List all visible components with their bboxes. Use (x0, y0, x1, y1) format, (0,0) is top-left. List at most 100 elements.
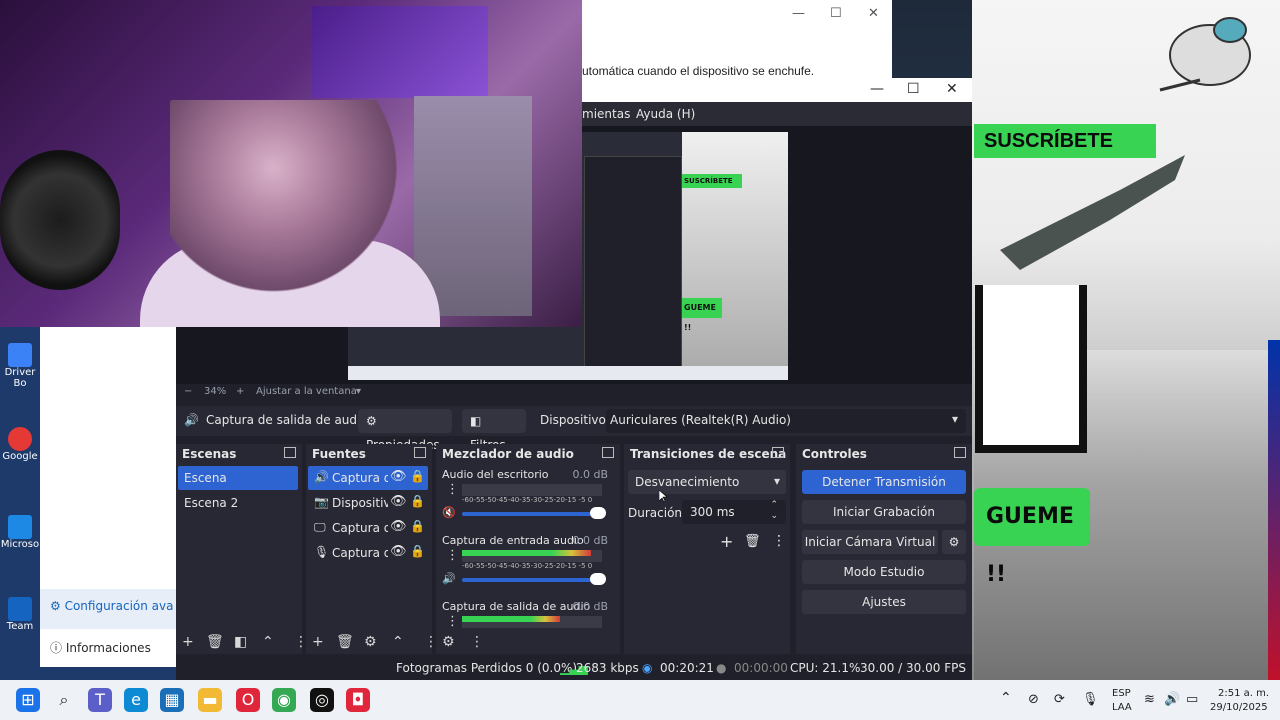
lock-icon[interactable]: 🔒 (410, 544, 425, 558)
lock-icon[interactable]: 🔒 (410, 494, 425, 508)
undock-icon[interactable] (772, 447, 784, 458)
volume-slider[interactable] (462, 578, 592, 582)
more-icon[interactable]: ⋮ (772, 533, 786, 549)
selected-source-name: Captura de salida de audio (206, 413, 368, 427)
folder-icon[interactable]: ▬ (198, 688, 222, 712)
minimize-button[interactable]: — (870, 81, 884, 97)
chevron-down-icon: ▾ (951, 412, 958, 426)
desktop-icon[interactable]: Team (0, 597, 40, 632)
recorder-icon[interactable]: ◘ (346, 688, 370, 712)
gear-icon[interactable]: ⚙ (942, 530, 966, 554)
desktop-icon[interactable]: Microso (0, 515, 40, 550)
trash-icon[interactable]: 🗑 (336, 634, 354, 650)
clock-time[interactable]: 2:51 a. m. (1218, 688, 1269, 699)
chevron-down-icon[interactable]: ⌄ (770, 511, 778, 521)
speaker-icon[interactable]: 🔊 (442, 572, 456, 585)
source-item[interactable]: 🎙 Captura d 👁 🔒 (308, 541, 428, 565)
add-icon[interactable]: + (312, 634, 324, 650)
visibility-icon[interactable]: 👁 (390, 469, 407, 484)
lock-icon[interactable]: 🔒 (410, 469, 425, 483)
more-icon[interactable]: ⋮ (446, 548, 459, 563)
close-button[interactable]: ✕ (868, 6, 879, 21)
stop-streaming-button[interactable]: Detener Transmisión (802, 470, 966, 494)
undock-icon[interactable] (602, 447, 614, 458)
volume-slider[interactable] (462, 512, 592, 516)
scene-item[interactable]: Escena (178, 466, 298, 490)
close-button[interactable]: ✕ (946, 81, 958, 97)
filters-button[interactable]: ◧ Filtros (462, 409, 526, 452)
source-item[interactable]: 🔊 Captura d 👁 🔒 (308, 466, 428, 490)
store-icon[interactable]: ▦ (160, 688, 184, 712)
menu-help[interactable]: Ayuda (H) (636, 107, 695, 121)
microphone-icon[interactable]: 🎙 (1082, 692, 1099, 707)
clock-date[interactable]: 29/10/2025 (1210, 702, 1268, 713)
undock-icon[interactable] (284, 447, 296, 458)
language-code[interactable]: ESP (1112, 688, 1131, 699)
search-icon[interactable]: ⌕ (52, 688, 76, 712)
network-off-icon[interactable]: ⊘ (1028, 692, 1039, 707)
trash-icon[interactable]: 🗑 (744, 534, 761, 549)
undock-icon[interactable] (414, 447, 426, 458)
source-item[interactable]: 🖵 Captura d 👁 🔒 (308, 516, 428, 540)
lock-icon[interactable]: 🔒 (410, 519, 425, 533)
start-recording-button[interactable]: Iniciar Grabación (802, 500, 966, 524)
sync-icon[interactable]: ⟳ (1054, 692, 1065, 707)
volume-icon[interactable]: 🔊 (1164, 692, 1180, 707)
more-icon[interactable]: ⋮ (470, 634, 484, 650)
minimize-button[interactable]: — (792, 6, 805, 21)
chevron-up-icon[interactable]: ⌃ (1000, 690, 1012, 706)
desktop-icon[interactable]: Driver Bo (0, 343, 40, 389)
start-virtual-camera-button[interactable]: Iniciar Cámara Virtual (802, 530, 938, 554)
chevron-down-icon[interactable]: ▾ (356, 386, 361, 397)
obs-icon[interactable]: ◎ (310, 688, 334, 712)
visibility-icon[interactable]: 👁 (390, 544, 407, 559)
start-icon[interactable]: ⊞ (16, 688, 40, 712)
add-icon[interactable]: + (720, 532, 733, 551)
filter-icon[interactable]: ◧ (234, 634, 247, 650)
trash-icon[interactable]: 🗑 (206, 634, 224, 650)
muted-speaker-icon[interactable]: 🔇 (442, 506, 456, 519)
undock-icon[interactable] (954, 447, 966, 458)
duration-input[interactable]: 300 ms ⌃ ⌄ (682, 500, 786, 524)
maximize-button[interactable]: ☐ (830, 6, 842, 21)
maximize-button[interactable]: ☐ (907, 81, 920, 97)
menu-tools[interactable]: mientas (582, 107, 630, 121)
transition-select[interactable]: Desvanecimiento ▾ (628, 470, 786, 494)
gear-icon[interactable]: ⚙ (442, 634, 455, 650)
device-select[interactable]: Auriculares (Realtek(R) Audio) ▾ (606, 409, 966, 433)
speaker-icon: 🔊 (184, 413, 199, 427)
add-icon[interactable]: + (182, 634, 194, 650)
properties-button[interactable]: ⚙ Propiedades (358, 409, 452, 452)
visibility-icon[interactable]: 👁 (390, 519, 407, 534)
zoom-out-button[interactable]: − (184, 386, 192, 397)
settings-button[interactable]: Ajustes (802, 590, 966, 614)
edge-icon[interactable]: e (124, 688, 148, 712)
zoom-in-button[interactable]: + (236, 386, 244, 397)
move-up-icon[interactable]: ⌃ (262, 634, 274, 650)
info-icon: ⓘ (50, 641, 66, 655)
volume-meter (462, 550, 602, 562)
battery-icon[interactable]: ▭ (1186, 692, 1198, 707)
info-item[interactable]: ⓘ Informaciones (50, 639, 151, 661)
studio-mode-button[interactable]: Modo Estudio (802, 560, 966, 584)
visibility-icon[interactable]: 👁 (390, 494, 407, 509)
volume-slider-handle[interactable] (590, 507, 606, 519)
opera-icon[interactable]: O (236, 688, 260, 712)
chevron-up-icon[interactable]: ⌃ (770, 500, 778, 510)
source-toolbar: 🔊 Captura de salida de audio ⚙ Propiedad… (176, 406, 972, 452)
language-layout[interactable]: LAA (1112, 702, 1132, 713)
volume-slider-handle[interactable] (590, 573, 606, 585)
fit-window-button[interactable]: Ajustar a la ventana (256, 386, 357, 397)
scene-item[interactable]: Escena 2 (178, 491, 298, 515)
more-icon[interactable]: ⋮ (446, 482, 459, 497)
advanced-settings-item[interactable]: ⚙ Configuración ava (50, 599, 173, 621)
teams-icon[interactable]: T (88, 688, 112, 712)
wifi-icon[interactable]: ≋ (1144, 692, 1155, 707)
move-up-icon[interactable]: ⌃ (392, 634, 404, 650)
desktop-icon[interactable]: Google (0, 427, 40, 462)
streaming-icon: ◉ (642, 661, 653, 675)
gear-icon[interactable]: ⚙ (364, 634, 377, 650)
chrome-icon[interactable]: ◉ (272, 688, 296, 712)
source-item[interactable]: 📷 Dispositiv 👁 🔒 (308, 491, 428, 515)
more-icon[interactable]: ⋮ (446, 614, 459, 629)
